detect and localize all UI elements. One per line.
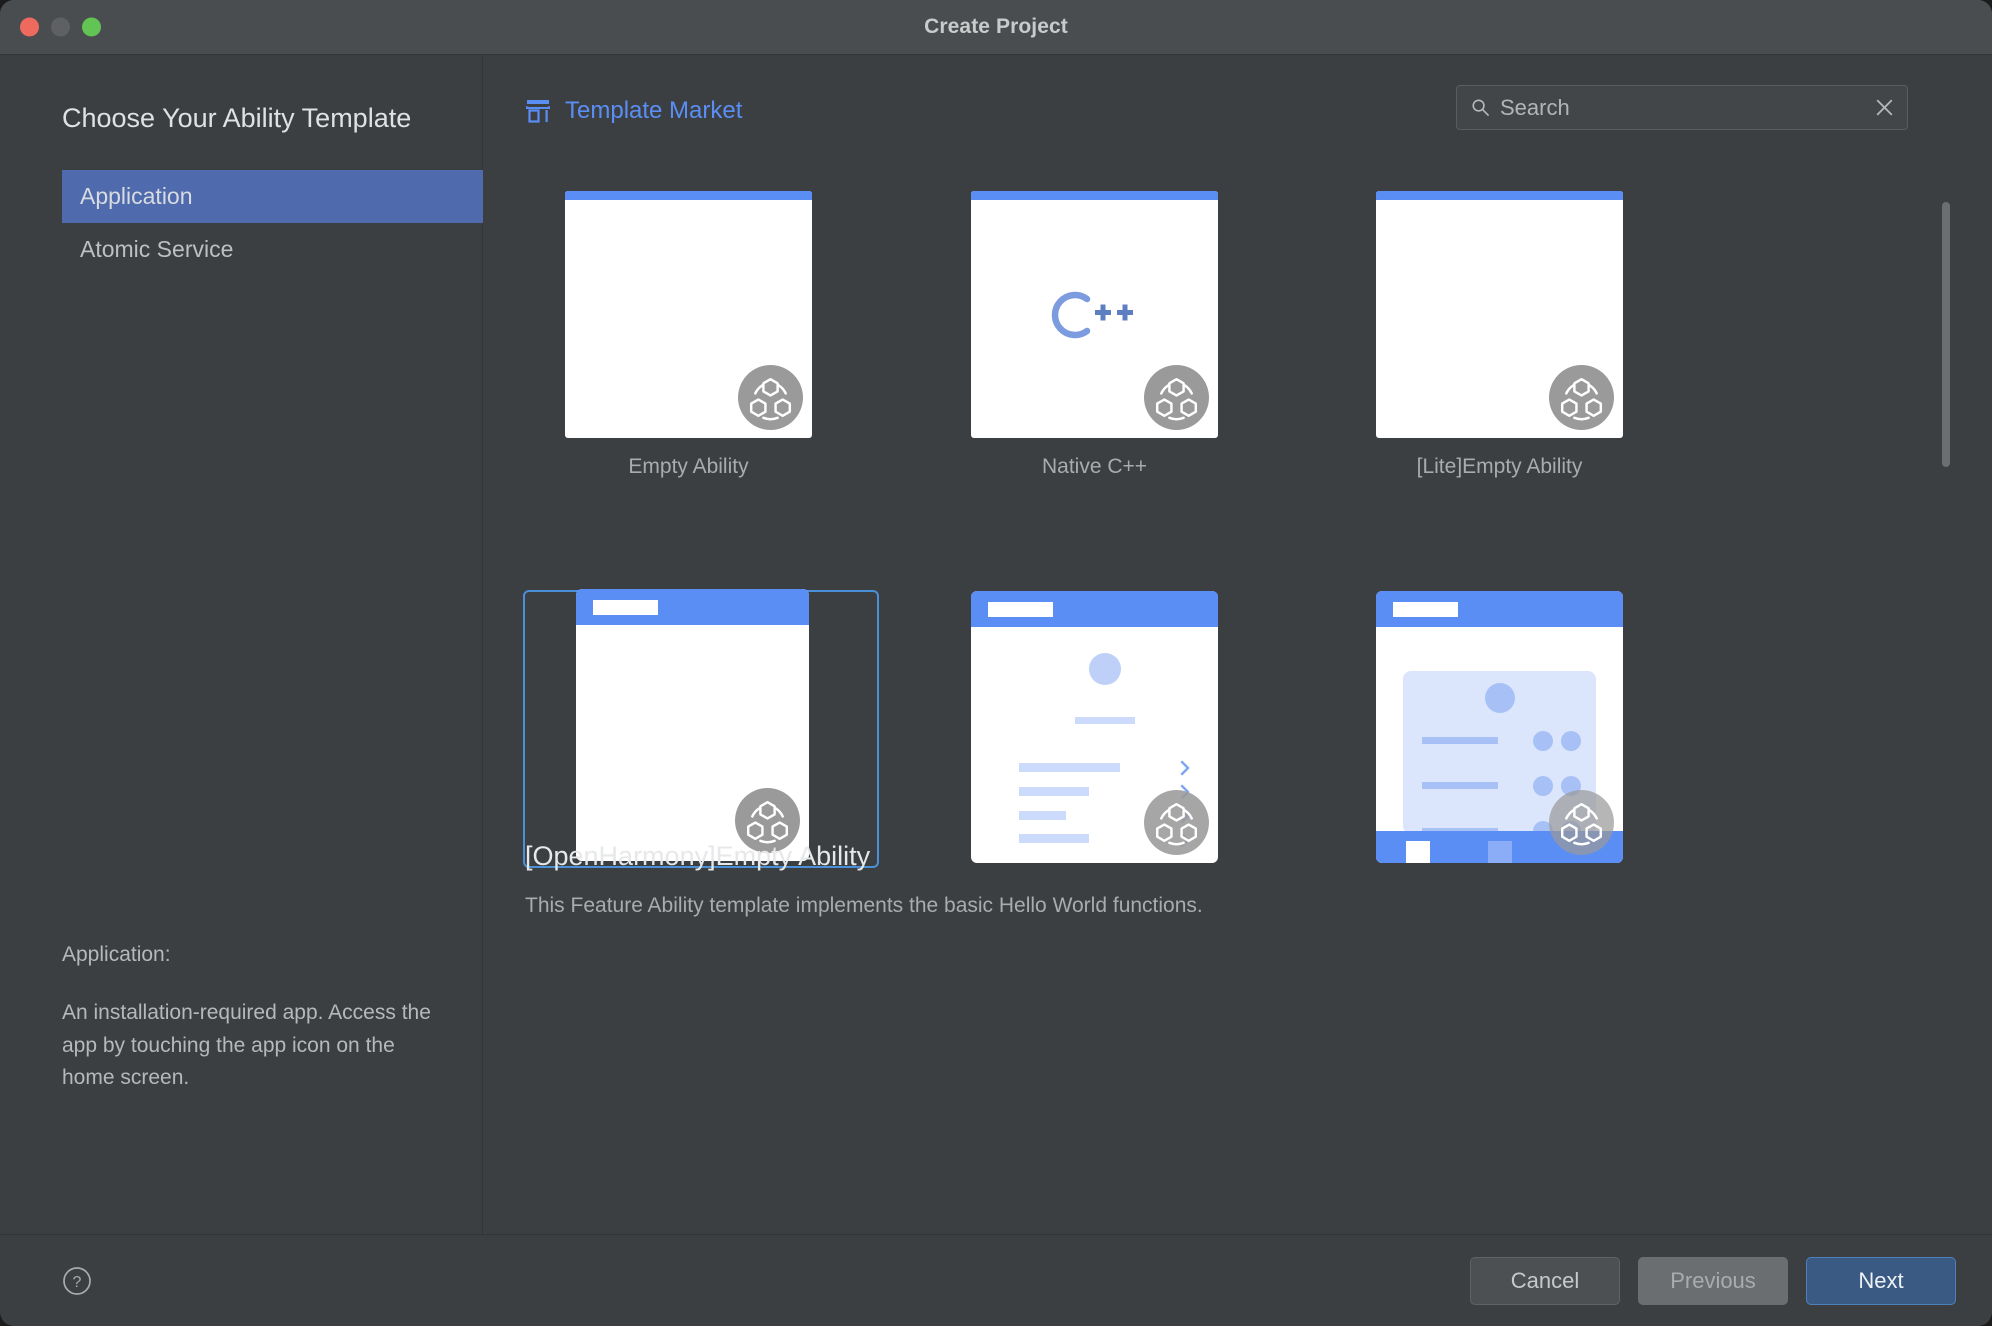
sidebar: Choose Your Ability Template Application… (0, 55, 483, 1234)
cpp-logo-icon (1051, 291, 1133, 338)
template-thumbnail (1376, 191, 1623, 438)
template-grid: Empty Ability Native C++ [Lite]Empty Abi… (523, 182, 1950, 1234)
harmony-badge-icon (738, 365, 803, 430)
template-card-list-layout[interactable] (971, 591, 1218, 863)
template-card-label: Native C++ (1041, 455, 1148, 478)
template-market-label: Template Market (565, 97, 743, 124)
previous-button[interactable]: Previous (1638, 1256, 1788, 1305)
template-card-label: Empty Ability (628, 455, 749, 478)
template-card-tabs-layout[interactable] (1376, 591, 1623, 863)
template-thumbnail (1376, 591, 1623, 863)
harmony-badge-icon (1549, 365, 1614, 430)
template-card-native-cpp[interactable]: Native C++ (971, 191, 1218, 479)
description-text: An installation-required app. Access the… (62, 1001, 431, 1090)
template-thumbnail (971, 591, 1218, 863)
footer-button-group: Cancel Previous Next (1470, 1256, 1956, 1305)
close-button[interactable] (20, 17, 39, 37)
ability-description: Application: An installation-required ap… (62, 943, 452, 1095)
market-toolbar: Template Market (525, 85, 1948, 137)
sidebar-item-application[interactable]: Application (62, 170, 483, 223)
search-input[interactable] (1500, 94, 1864, 121)
search-icon (1472, 99, 1489, 116)
template-market-link[interactable]: Template Market (525, 97, 742, 125)
template-thumbnail (971, 191, 1218, 438)
cancel-button[interactable]: Cancel (1470, 1256, 1620, 1305)
sidebar-item-atomic-service[interactable]: Atomic Service (62, 223, 483, 276)
dialog-footer: ? Cancel Previous Next (0, 1235, 1992, 1326)
ability-type-list: Application Atomic Service (62, 170, 483, 276)
description-title: Application: (62, 943, 171, 966)
maximize-button[interactable] (82, 17, 101, 37)
template-thumbnail (565, 191, 812, 438)
template-thumbnail (576, 589, 809, 861)
selected-template-description: This Feature Ability template implements… (525, 894, 1203, 917)
harmony-badge-icon (1144, 365, 1209, 430)
thumbnail-title-pill (593, 600, 658, 615)
title-bar: Create Project (0, 0, 1992, 55)
search-box[interactable] (1456, 85, 1908, 130)
window-title: Create Project (924, 15, 1068, 38)
store-icon (526, 100, 550, 123)
next-button[interactable]: Next (1806, 1256, 1956, 1305)
help-circle-icon[interactable]: ? (62, 1266, 92, 1296)
svg-text:?: ? (73, 1274, 82, 1291)
page-title: Choose Your Ability Template (62, 103, 412, 133)
minimize-button[interactable] (51, 17, 70, 37)
thumbnail-topbar (565, 191, 812, 200)
close-icon[interactable] (1874, 97, 1895, 118)
window-controls (20, 17, 101, 37)
thumbnail-topbar (971, 191, 1218, 200)
template-browser: Template Market Search Empty Ability Nat… (483, 55, 1992, 1234)
create-project-dialog: Create Project Choose Your Ability Templ… (0, 0, 1992, 1326)
sidebar-item-label: Application (80, 183, 193, 209)
template-card-openharmony-empty-ability[interactable] (523, 589, 879, 868)
thumbnail-app-bar (576, 589, 809, 625)
thumbnail-topbar (1376, 191, 1623, 200)
template-card-lite-empty-ability[interactable]: [Lite]Empty Ability (1376, 191, 1623, 479)
dialog-body: Choose Your Ability Template Application… (0, 55, 1992, 1235)
harmony-badge-icon (1144, 790, 1209, 855)
template-card-label: [Lite]Empty Ability (1416, 455, 1583, 478)
harmony-badge-icon (1549, 790, 1614, 855)
selected-template-title: [OpenHarmony]Empty Ability (525, 841, 871, 871)
template-card-empty-ability[interactable]: Empty Ability (565, 191, 812, 479)
sidebar-item-label: Atomic Service (80, 236, 234, 262)
vertical-scrollbar[interactable] (1942, 202, 1950, 467)
